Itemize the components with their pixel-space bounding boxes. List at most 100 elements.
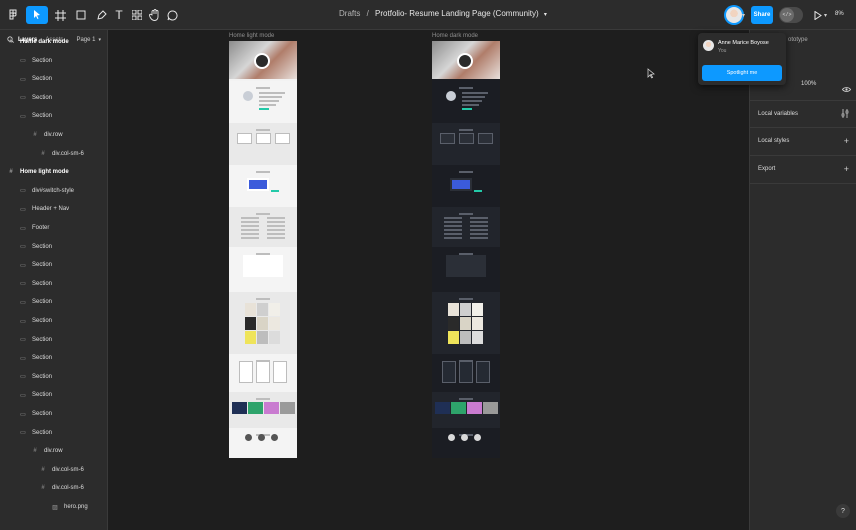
spotlight-me-button[interactable]: Spotlight me <box>702 65 782 81</box>
layer-label: div.col-sm-6 <box>52 485 84 492</box>
pricing-card <box>459 361 473 383</box>
page-section <box>432 428 500 458</box>
file-title[interactable]: Drafts / Protfolio- Resume Landing Page … <box>339 9 547 18</box>
chevron-down-icon[interactable]: ▾ <box>742 12 745 19</box>
file-name[interactable]: Protfolio- Resume Landing Page (Communit… <box>375 9 539 18</box>
layer-row[interactable]: ▭ Section <box>0 70 108 88</box>
text-line <box>462 104 479 106</box>
layer-row[interactable]: ▭ Footer <box>0 219 108 237</box>
layer-row[interactable]: ▭ Section <box>0 89 108 107</box>
adjust-icon[interactable] <box>841 109 849 120</box>
layer-row[interactable]: ▭ Section <box>0 386 108 404</box>
frame-layer-icon: # <box>41 150 45 157</box>
eye-icon[interactable] <box>842 80 851 98</box>
layer-row[interactable]: # div.col-sm-6 <box>0 461 108 479</box>
pricing-card <box>273 361 287 383</box>
layer-row[interactable]: # div.col-sm-6 <box>0 479 108 497</box>
layer-row[interactable]: ▭ Section <box>0 238 108 256</box>
text-line <box>259 92 285 94</box>
resources-icon[interactable] <box>130 6 144 24</box>
canvas[interactable]: Home light mode Home dark mode <box>108 30 749 530</box>
layer-row[interactable]: ▭ Section <box>0 349 108 367</box>
layer-row[interactable]: # Home light mode <box>0 163 108 181</box>
hand-tool-icon[interactable] <box>147 6 161 24</box>
gallery-tile <box>257 331 268 344</box>
layer-row[interactable]: ▭ Section <box>0 275 108 293</box>
layer-row[interactable]: ▭ div#switch-style <box>0 182 108 200</box>
frame-label-dark[interactable]: Home dark mode <box>432 33 478 39</box>
frame-layer-icon: # <box>33 132 37 138</box>
spotlight-me-label: Spotlight me <box>726 70 758 76</box>
popup-avatar <box>703 40 714 51</box>
text-tool-icon[interactable]: T <box>112 6 126 24</box>
layer-row[interactable]: # Home dark mode <box>0 33 108 51</box>
layer-row[interactable]: # div.row <box>0 442 108 460</box>
layer-row[interactable]: ▭ Section <box>0 256 108 274</box>
layer-row[interactable]: ▭ Header + Nav <box>0 200 108 218</box>
layer-row[interactable]: ▭ Section <box>0 424 108 442</box>
text-line <box>462 92 488 94</box>
frame-layer-icon: # <box>41 466 45 473</box>
layer-row[interactable]: ▨ hero.png <box>0 498 108 516</box>
frame-label-light[interactable]: Home light mode <box>229 33 274 39</box>
layer-row[interactable]: # div.row <box>0 126 108 144</box>
present-icon[interactable] <box>812 6 824 24</box>
layer-row[interactable]: ▭ Section <box>0 331 108 349</box>
figma-menu-icon[interactable] <box>4 6 22 24</box>
export-row[interactable]: Export + <box>750 156 856 184</box>
gallery-tile <box>269 303 280 316</box>
layer-row[interactable]: ▭ Section <box>0 293 108 311</box>
layer-row[interactable]: ▭ Section <box>0 312 108 330</box>
layer-row[interactable]: ▭ Section <box>0 368 108 386</box>
page-section <box>229 428 297 458</box>
tab-prototype[interactable]: ototype <box>788 37 808 43</box>
local-variables-row[interactable]: Local variables <box>750 100 856 128</box>
list-line <box>444 217 462 219</box>
gallery-tile <box>448 317 459 330</box>
chevron-down-icon[interactable]: ▾ <box>824 12 827 19</box>
layer-row[interactable]: ▭ Section <box>0 52 108 70</box>
toolbar: T Drafts / Protfolio- Resume Landing Pag… <box>0 0 856 30</box>
section-layer-icon: ▭ <box>20 281 26 288</box>
local-styles-row[interactable]: Local styles + <box>750 128 856 156</box>
zoom-value[interactable]: 100% <box>801 81 816 87</box>
frame-home-light[interactable] <box>229 41 297 458</box>
blog-thumb <box>264 402 279 414</box>
section-layer-icon: ▭ <box>20 299 26 306</box>
client-avatar <box>474 434 481 441</box>
text-line <box>259 100 279 102</box>
section-title <box>459 298 473 300</box>
layer-row[interactable]: ▭ Section <box>0 107 108 125</box>
frame-tool-icon[interactable] <box>50 6 70 24</box>
client-avatar <box>258 434 265 441</box>
layer-label: Section <box>32 280 53 287</box>
section-layer-icon: ▭ <box>20 244 26 251</box>
layer-label: hero.png <box>64 504 88 510</box>
frame-layer-icon: # <box>9 169 13 176</box>
dev-mode-toggle[interactable]: </> <box>779 7 803 23</box>
pen-tool-icon[interactable] <box>92 6 110 24</box>
list-line <box>470 233 488 235</box>
share-button[interactable]: Share <box>751 6 773 24</box>
section-title <box>256 129 270 131</box>
section-title <box>256 87 270 89</box>
move-tool-icon[interactable] <box>26 6 48 24</box>
section-layer-icon: ▭ <box>20 318 26 325</box>
chevron-down-icon[interactable]: ▾ <box>544 12 547 18</box>
plus-icon[interactable]: + <box>844 136 849 146</box>
shape-tool-icon[interactable] <box>72 6 90 24</box>
comment-tool-icon[interactable] <box>165 6 179 24</box>
section-title <box>459 398 473 400</box>
help-button[interactable]: ? <box>836 504 850 518</box>
section-layer-icon: ▭ <box>20 355 26 362</box>
zoom-level[interactable]: 8% <box>835 11 844 17</box>
layer-label: Header + Nav <box>32 206 70 213</box>
plus-icon[interactable]: + <box>844 164 849 174</box>
layer-row[interactable]: # div.col-sm-6 <box>0 145 108 163</box>
current-user-avatar[interactable] <box>724 5 744 25</box>
frame-home-dark[interactable] <box>432 41 500 458</box>
breadcrumb-folder[interactable]: Drafts <box>339 9 360 18</box>
section-title <box>256 213 270 215</box>
text-line <box>259 104 276 106</box>
layer-row[interactable]: ▭ Section <box>0 405 108 423</box>
